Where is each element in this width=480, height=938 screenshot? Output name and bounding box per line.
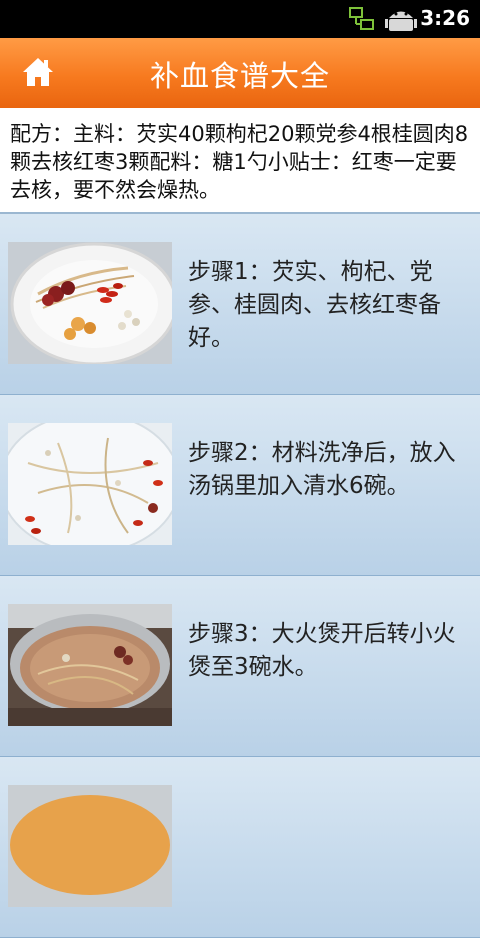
step-3-photo xyxy=(8,604,172,726)
list-item[interactable]: 步骤2：材料洗净后，放入汤锅里加入清水6碗。 xyxy=(0,395,480,576)
step-description: 步骤1：芡实、枸杞、党参、桂圆肉、去核红枣备好。 xyxy=(188,259,441,351)
network-icon xyxy=(349,7,374,30)
step-1-photo xyxy=(8,242,172,364)
step-2-photo xyxy=(8,423,172,545)
step-4-photo xyxy=(8,785,172,907)
step-description: 步骤3：大火煲开后转小火煲至3碗水。 xyxy=(188,621,456,680)
list-item[interactable]: 步骤3：大火煲开后转小火煲至3碗水。 xyxy=(0,576,480,757)
status-bar: 3:26 xyxy=(0,0,480,38)
recipe-description: 配方：主料：芡实40颗枸杞20颗党参4根桂圆肉8颗去核红枣3颗配料：糖1勺小贴士… xyxy=(10,122,469,202)
list-item[interactable] xyxy=(0,757,480,938)
clock: 3:26 xyxy=(420,6,470,30)
step-description: 步骤2：材料洗净后，放入汤锅里加入清水6碗。 xyxy=(188,440,456,499)
steps-list: 步骤1：芡实、枸杞、党参、桂圆肉、去核红枣备好。 步骤2：材料洗净后，放入汤锅里… xyxy=(0,214,480,938)
page-title: 补血食谱大全 xyxy=(149,59,330,93)
recipe-info: 配方：主料：芡实40颗枸杞20颗党参4根桂圆肉8颗去核红枣3颗配料：糖1勺小贴士… xyxy=(0,108,480,214)
list-item[interactable]: 步骤1：芡实、枸杞、党参、桂圆肉、去核红枣备好。 xyxy=(0,214,480,395)
android-robot-icon xyxy=(385,11,417,31)
app-header: 补血食谱大全 xyxy=(0,38,480,109)
